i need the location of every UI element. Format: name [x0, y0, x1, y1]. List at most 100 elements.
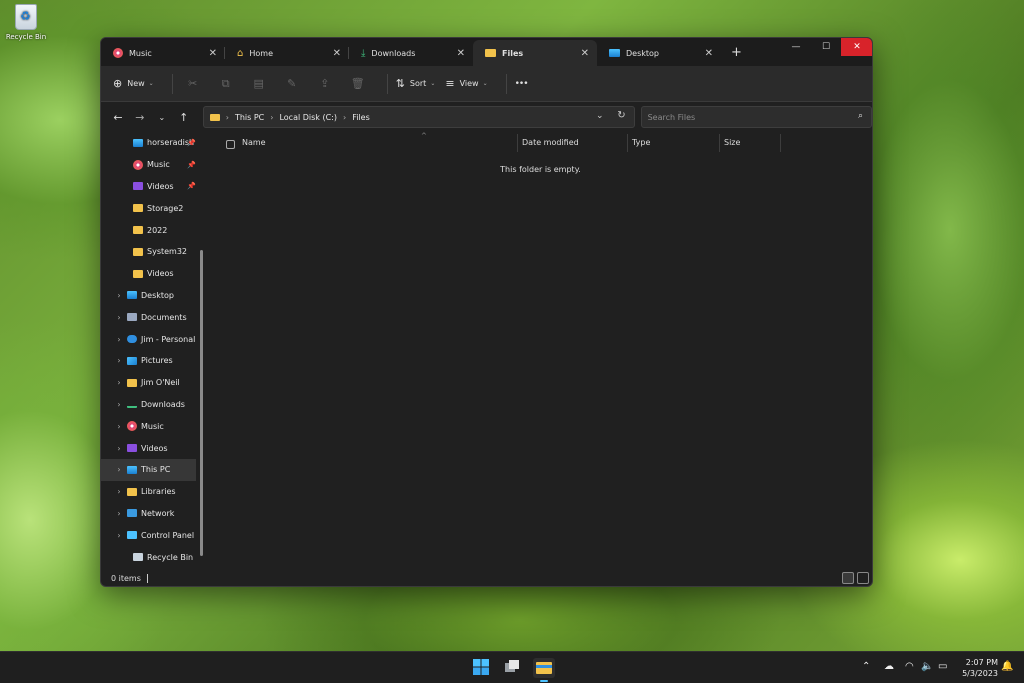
notification-bell-icon[interactable]: 🔔 — [1001, 661, 1013, 672]
refresh-icon[interactable]: ↻ — [617, 110, 625, 121]
sidebar-item[interactable]: › Control Panel — [101, 524, 208, 546]
sidebar-item[interactable]: Recycle Bin — [101, 546, 208, 568]
forward-icon[interactable]: → — [129, 111, 151, 124]
start-icon[interactable] — [472, 658, 492, 678]
download-icon — [127, 400, 137, 409]
recycle-bin-desktop-icon[interactable]: Recycle Bin — [4, 4, 48, 41]
sidebar-item[interactable]: Storage2 — [101, 197, 208, 219]
file-list: Name ^ Date modified Type Size This fold… — [209, 132, 872, 572]
folder-icon — [127, 487, 137, 496]
battery-icon[interactable]: ▭ — [938, 661, 947, 672]
command-bar: ⊕ New ⌄ ✂ ⧉ ▤ ✎ ⇪ 🗑 ⇅ Sort ⌄ ≡ View ⌄ ••… — [101, 66, 872, 102]
column-name[interactable]: Name — [242, 138, 266, 147]
status-bar: 0 items — [101, 570, 872, 586]
tab-home[interactable]: ⌂ Home ✕ — [225, 40, 349, 66]
sidebar-item[interactable]: › Desktop — [101, 285, 208, 307]
tab-desktop[interactable]: Desktop ✕ — [597, 40, 721, 66]
recent-locations-icon[interactable]: ⌄ — [151, 113, 173, 122]
volume-muted-icon[interactable]: 🔈 — [921, 661, 933, 672]
onedrive-cloud-icon[interactable]: ☁ — [884, 661, 894, 672]
show-hidden-icons-icon[interactable]: ⌃ — [862, 661, 870, 672]
column-type[interactable]: Type — [632, 138, 650, 147]
copy-icon[interactable]: ⧉ — [214, 77, 238, 91]
view-button[interactable]: ≡ View ⌄ — [445, 77, 487, 90]
share-icon[interactable]: ⇪ — [313, 77, 337, 90]
address-bar[interactable]: › This PC › Local Disk (C:) › Files ⌄ ↻ — [202, 106, 635, 128]
sidebar-item[interactable]: › Downloads — [101, 394, 208, 416]
sidebar-item[interactable]: › Libraries — [101, 481, 208, 503]
tiles-view-icon[interactable] — [857, 572, 869, 584]
address-dropdown-icon[interactable]: ⌄ — [596, 111, 604, 121]
up-icon[interactable]: ↑ — [173, 111, 195, 124]
sidebar-item[interactable]: Videos 📌 — [101, 176, 208, 198]
tab-downloads[interactable]: ⤓ Downloads ✕ — [349, 40, 473, 66]
expand-chevron-icon[interactable]: › — [111, 335, 127, 344]
file-explorer-taskbar-icon[interactable] — [533, 658, 555, 682]
see-more-button[interactable]: ••• — [515, 79, 529, 89]
chevron-down-icon: ⌄ — [148, 80, 154, 87]
rename-icon[interactable]: ✎ — [280, 77, 304, 90]
sidebar-item[interactable]: › Videos — [101, 437, 208, 459]
tab-music[interactable]: Music ✕ — [101, 40, 225, 66]
sidebar-scrollbar[interactable] — [200, 250, 203, 556]
column-date-modified[interactable]: Date modified — [522, 138, 579, 147]
sidebar-item[interactable]: Videos — [101, 263, 208, 285]
sidebar-item[interactable]: › This PC — [101, 458, 196, 481]
close-icon[interactable]: ✕ — [581, 48, 589, 59]
sidebar-item[interactable]: › Jim O'Neil — [101, 372, 208, 394]
sidebar-item[interactable]: › Documents — [101, 306, 208, 328]
column-size[interactable]: Size — [724, 138, 740, 147]
details-view-icon[interactable] — [842, 572, 854, 584]
sidebar-item[interactable]: › Music — [101, 415, 208, 437]
expand-chevron-icon[interactable]: › — [111, 509, 127, 518]
sidebar-item-label: Jim O'Neil — [141, 378, 180, 388]
task-view-icon[interactable] — [503, 658, 523, 678]
minimize-button[interactable]: — — [781, 38, 811, 56]
wifi-icon[interactable]: ◠ — [905, 661, 914, 672]
sidebar-item[interactable]: horseradish 📌 — [101, 132, 208, 154]
folder-icon — [485, 49, 496, 57]
clock[interactable]: 2:07 PM 5/3/2023 — [962, 657, 998, 679]
close-window-button[interactable]: ✕ — [841, 38, 872, 56]
expand-chevron-icon[interactable]: › — [111, 531, 127, 540]
tab-files[interactable]: Files ✕ — [473, 40, 597, 66]
expand-chevron-icon[interactable]: › — [111, 487, 127, 496]
expand-chevron-icon[interactable]: › — [111, 444, 127, 453]
cut-icon[interactable]: ✂ — [181, 77, 205, 90]
breadcrumb-local-disk[interactable]: Local Disk (C:) — [279, 113, 337, 122]
sidebar-item[interactable]: 2022 — [101, 219, 208, 241]
breadcrumb-this-pc[interactable]: This PC — [235, 113, 264, 122]
sort-icon: ⇅ — [395, 77, 405, 90]
sidebar-item-label: Documents — [141, 312, 187, 322]
expand-chevron-icon[interactable]: › — [111, 378, 127, 387]
control-panel-icon — [127, 531, 137, 540]
sidebar-item[interactable]: › Network — [101, 503, 208, 525]
sidebar-item[interactable]: › Pictures — [101, 350, 208, 372]
delete-icon[interactable]: 🗑 — [346, 77, 370, 90]
select-all-checkbox[interactable] — [226, 139, 235, 149]
close-icon[interactable]: ✕ — [333, 48, 341, 59]
new-tab-button[interactable]: + — [731, 45, 742, 60]
close-icon[interactable]: ✕ — [209, 48, 217, 59]
expand-chevron-icon[interactable]: › — [111, 356, 127, 365]
search-input[interactable]: Search Files ⌕ — [640, 106, 872, 128]
sidebar-item[interactable]: System32 — [101, 241, 208, 263]
expand-chevron-icon[interactable]: › — [111, 313, 127, 322]
sidebar-item-label: Network — [141, 508, 175, 518]
maximize-button[interactable]: ☐ — [811, 38, 841, 56]
expand-chevron-icon[interactable]: › — [111, 465, 127, 474]
sidebar-item[interactable]: › Jim - Personal — [101, 328, 208, 350]
sort-button[interactable]: ⇅ Sort ⌄ — [396, 77, 436, 90]
expand-chevron-icon[interactable]: › — [111, 422, 127, 431]
close-icon[interactable]: ✕ — [705, 48, 713, 59]
expand-chevron-icon[interactable]: › — [111, 400, 127, 409]
expand-chevron-icon[interactable]: › — [111, 291, 127, 300]
close-icon[interactable]: ✕ — [457, 48, 465, 59]
paste-icon[interactable]: ▤ — [247, 77, 271, 90]
breadcrumb-files[interactable]: Files — [352, 113, 370, 122]
back-icon[interactable]: ← — [107, 111, 129, 124]
sidebar-item-label: Videos — [147, 181, 174, 191]
sidebar-item[interactable]: Music 📌 — [101, 154, 208, 176]
new-button[interactable]: ⊕ New ⌄ — [113, 77, 154, 90]
sidebar-item-label: Recycle Bin — [147, 552, 194, 562]
